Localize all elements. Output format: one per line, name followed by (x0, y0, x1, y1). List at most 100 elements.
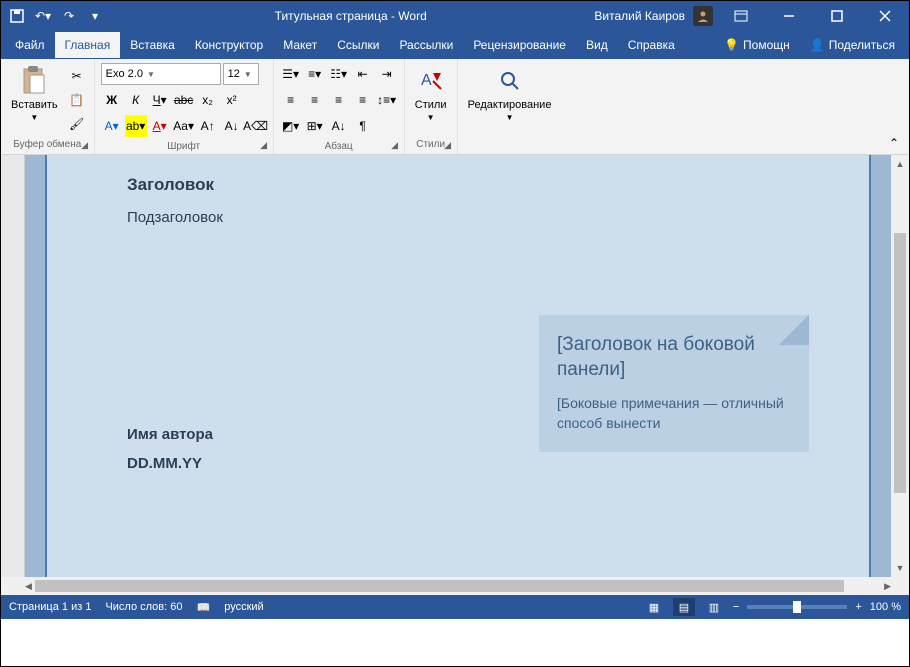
group-clipboard: Вставить ▼ ✂ 📋 🖌 Буфер обмена ◢ (1, 59, 95, 154)
sidebar-textbox[interactable]: [Заголовок на боковой панели] [Боковые п… (539, 315, 809, 452)
user-name[interactable]: Виталий Каиров (594, 9, 685, 23)
titlebar: ↶▾ ↷ ▾ Титульная страница - Word Виталий… (1, 1, 909, 31)
bold-button[interactable]: Ж (101, 89, 123, 111)
scroll-thumb[interactable] (894, 233, 906, 493)
tab-layout[interactable]: Макет (273, 32, 327, 58)
tell-me-button[interactable]: 💡Помощн (714, 32, 800, 58)
word-count[interactable]: Число слов: 60 (105, 601, 182, 613)
font-size-combo[interactable]: 12▼ (223, 63, 259, 85)
scroll-right-icon[interactable]: ▶ (884, 577, 891, 595)
maximize-button[interactable] (817, 2, 857, 30)
styles-button[interactable]: A Стили ▼ (411, 63, 451, 124)
bullets-button[interactable]: ☰▾ (280, 63, 302, 85)
paste-button[interactable]: Вставить ▼ (7, 63, 62, 137)
decrease-indent-button[interactable]: ⇤ (352, 63, 374, 85)
tab-mailings[interactable]: Рассылки (389, 32, 463, 58)
zoom-slider[interactable] (747, 605, 847, 609)
vertical-ruler[interactable] (1, 155, 25, 577)
justify-button[interactable]: ≡ (352, 89, 374, 111)
close-button[interactable] (865, 2, 905, 30)
align-right-button[interactable]: ≡ (328, 89, 350, 111)
borders-button[interactable]: ⊞▾ (304, 115, 326, 137)
clear-format-button[interactable]: A⌫ (245, 115, 267, 137)
scroll-up-icon[interactable]: ▲ (891, 155, 909, 173)
change-case-button[interactable]: Aa▾ (173, 115, 195, 137)
user-avatar-icon[interactable] (693, 6, 713, 26)
cut-icon[interactable]: ✂ (66, 65, 88, 87)
show-marks-button[interactable]: ¶ (352, 115, 374, 137)
qat-customize-icon[interactable]: ▾ (83, 4, 107, 28)
styles-launcher-icon[interactable]: ◢ (441, 138, 455, 152)
font-color-button[interactable]: A▾ (149, 115, 171, 137)
sidebar-body[interactable]: [Боковые примечания — отличный способ вы… (557, 394, 791, 433)
doc-date[interactable]: DD.MM.YY (127, 455, 789, 472)
multilevel-button[interactable]: ☷▾ (328, 63, 350, 85)
paragraph-launcher-icon[interactable]: ◢ (388, 138, 402, 152)
hscroll-thumb[interactable] (35, 580, 845, 592)
shading-button[interactable]: ◩▾ (280, 115, 302, 137)
tab-home[interactable]: Главная (55, 32, 121, 58)
font-name-combo[interactable]: Exo 2.0▼ (101, 63, 221, 85)
tab-references[interactable]: Ссылки (327, 32, 389, 58)
increase-indent-button[interactable]: ⇥ (376, 63, 398, 85)
save-icon[interactable] (5, 4, 29, 28)
editing-button[interactable]: Редактирование ▼ (464, 63, 556, 124)
sort-button[interactable]: A↓ (328, 115, 350, 137)
font-launcher-icon[interactable]: ◢ (257, 138, 271, 152)
redo-icon[interactable]: ↷ (57, 4, 81, 28)
scroll-down-icon[interactable]: ▼ (891, 559, 909, 577)
group-label-clipboard: Буфер обмена (7, 137, 88, 150)
tab-insert[interactable]: Вставка (120, 32, 185, 58)
svg-text:A: A (421, 72, 432, 89)
vertical-scrollbar[interactable]: ▲ ▼ (891, 155, 909, 577)
strikethrough-button[interactable]: abc (173, 89, 195, 111)
numbering-button[interactable]: ≡▾ (304, 63, 326, 85)
tab-help[interactable]: Справка (618, 32, 685, 58)
scroll-left-icon[interactable]: ◀ (25, 577, 32, 595)
tab-review[interactable]: Рецензирование (463, 32, 576, 58)
web-layout-icon[interactable]: ▥ (703, 598, 725, 616)
undo-icon[interactable]: ↶▾ (31, 4, 55, 28)
align-center-button[interactable]: ≡ (304, 89, 326, 111)
clipboard-launcher-icon[interactable]: ◢ (78, 138, 92, 152)
highlight-button[interactable]: ab▾ (125, 115, 147, 137)
minimize-button[interactable] (769, 2, 809, 30)
copy-icon[interactable]: 📋 (66, 89, 88, 111)
doc-heading[interactable]: Заголовок (127, 175, 789, 195)
tab-design[interactable]: Конструктор (185, 32, 273, 58)
chevron-down-icon: ▼ (427, 113, 435, 122)
tab-file[interactable]: Файл (5, 32, 55, 58)
share-button[interactable]: 👤Поделиться (800, 32, 905, 58)
align-left-button[interactable]: ≡ (280, 89, 302, 111)
grow-font-button[interactable]: A↑ (197, 115, 219, 137)
line-spacing-button[interactable]: ↕≡▾ (376, 89, 398, 111)
proofing-icon[interactable]: 📖 (197, 601, 211, 614)
chevron-down-icon: ▼ (30, 113, 38, 122)
ribbon-display-icon[interactable] (721, 2, 761, 30)
read-mode-icon[interactable]: ▦ (643, 598, 665, 616)
page-indicator[interactable]: Страница 1 из 1 (9, 601, 91, 613)
zoom-level[interactable]: 100 % (870, 601, 901, 613)
italic-button[interactable]: К (125, 89, 147, 111)
sidebar-title[interactable]: [Заголовок на боковой панели] (557, 333, 791, 382)
statusbar: Страница 1 из 1 Число слов: 60 📖 русский… (1, 595, 909, 619)
zoom-thumb[interactable] (793, 601, 801, 613)
print-layout-icon[interactable]: ▤ (673, 598, 695, 616)
zoom-out-button[interactable]: − (733, 601, 739, 613)
superscript-button[interactable]: x² (221, 89, 243, 111)
tab-view[interactable]: Вид (576, 32, 618, 58)
page[interactable]: Заголовок Подзаголовок Имя автора DD.MM.… (45, 155, 871, 577)
collapse-ribbon-button[interactable]: ⌃ (879, 59, 909, 154)
group-label-paragraph: Абзац (280, 139, 398, 152)
doc-subheading[interactable]: Подзаголовок (127, 209, 789, 226)
zoom-in-button[interactable]: + (855, 601, 861, 613)
language-indicator[interactable]: русский (224, 601, 263, 613)
chevron-down-icon: ▼ (244, 70, 252, 79)
underline-button[interactable]: Ч▾ (149, 89, 171, 111)
document-title: Титульная страница - Word (107, 9, 594, 23)
format-painter-icon[interactable]: 🖌 (66, 113, 88, 135)
shrink-font-button[interactable]: A↓ (221, 115, 243, 137)
horizontal-scrollbar[interactable]: ◀ ▶ (25, 577, 891, 595)
subscript-button[interactable]: x₂ (197, 89, 219, 111)
text-effects-button[interactable]: A▾ (101, 115, 123, 137)
